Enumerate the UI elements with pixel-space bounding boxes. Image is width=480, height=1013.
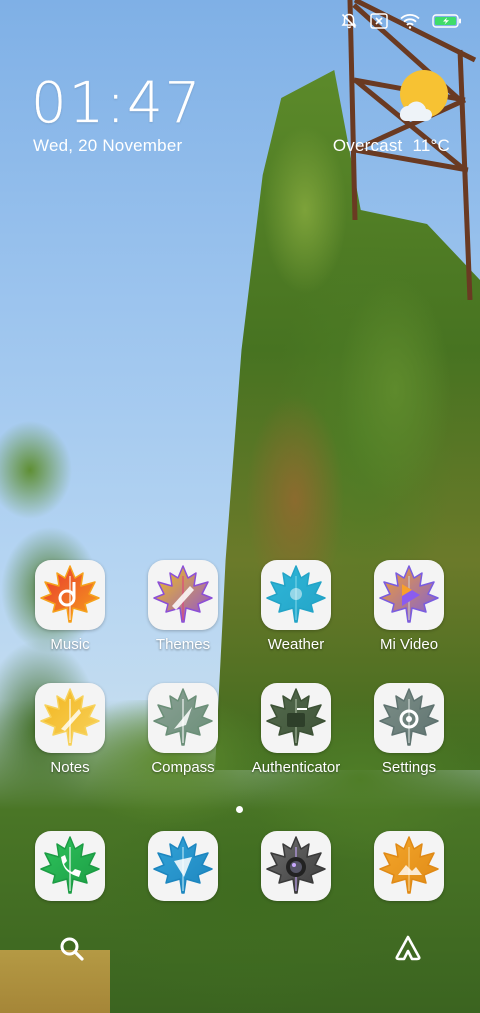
app-icon-tile[interactable]	[35, 560, 105, 630]
app-icon-tile[interactable]	[261, 683, 331, 753]
dock-phone[interactable]	[15, 831, 125, 901]
themes-icon	[153, 565, 213, 623]
clock-time[interactable]: 01:47	[31, 75, 202, 132]
authenticator-icon	[266, 688, 326, 746]
weather-widget[interactable]: Overcast 11°C	[333, 136, 450, 156]
app-label: Weather	[267, 636, 325, 653]
app-weather[interactable]: Weather	[241, 560, 351, 654]
notes-icon	[40, 688, 100, 746]
app-label: Themes	[155, 636, 211, 653]
app-notes[interactable]: Notes	[15, 683, 125, 777]
weather-temperature: 11°C	[412, 136, 450, 155]
wallpaper-ground	[0, 950, 110, 1013]
dock-camera[interactable]	[241, 831, 351, 901]
dock-icon-tile[interactable]	[374, 831, 444, 901]
messages-icon	[153, 836, 213, 894]
app-icon-tile[interactable]	[374, 560, 444, 630]
settings-icon	[379, 688, 439, 746]
mi-video-icon	[379, 565, 439, 623]
app-icon-tile[interactable]	[148, 683, 218, 753]
app-authenticator[interactable]: Authenticator	[241, 683, 351, 777]
app-themes[interactable]: Themes	[128, 560, 238, 654]
app-icon-tile[interactable]	[148, 560, 218, 630]
dock-icon-tile[interactable]	[35, 831, 105, 901]
app-mi-video[interactable]: Mi Video	[354, 560, 464, 654]
sim-card-icon	[370, 13, 388, 29]
gallery-icon	[379, 836, 439, 894]
app-icon-tile[interactable]	[374, 683, 444, 753]
weather-condition: Overcast	[332, 136, 403, 155]
app-label: Authenticator	[251, 759, 341, 776]
sun-cloud-icon[interactable]	[394, 70, 450, 126]
app-label: Compass	[151, 759, 215, 776]
app-label: Music	[50, 636, 90, 653]
compass-icon	[153, 688, 213, 746]
clock-date[interactable]: Wed, 20 November	[33, 136, 182, 156]
search-icon[interactable]	[59, 936, 85, 962]
phone-icon	[40, 836, 100, 894]
dock-gallery[interactable]	[354, 831, 464, 901]
app-label: Notes	[50, 759, 90, 776]
battery-charging-icon	[432, 14, 461, 28]
app-label: Mi Video	[379, 636, 439, 653]
weather-icon	[266, 565, 326, 623]
camera-icon	[266, 836, 326, 894]
dock-messages[interactable]	[128, 831, 238, 901]
app-label: Settings	[381, 759, 437, 776]
app-music[interactable]: Music	[15, 560, 125, 654]
assistant-icon[interactable]	[394, 934, 422, 962]
app-icon-tile[interactable]	[261, 560, 331, 630]
dock-icon-tile[interactable]	[148, 831, 218, 901]
music-icon	[40, 565, 100, 623]
page-indicator-dot[interactable]	[236, 806, 243, 813]
app-icon-tile[interactable]	[35, 683, 105, 753]
app-settings[interactable]: Settings	[354, 683, 464, 777]
dock-icon-tile[interactable]	[261, 831, 331, 901]
alarm-off-icon	[341, 13, 357, 29]
status-bar	[340, 12, 462, 30]
wifi-icon	[400, 14, 420, 29]
app-compass[interactable]: Compass	[128, 683, 238, 777]
